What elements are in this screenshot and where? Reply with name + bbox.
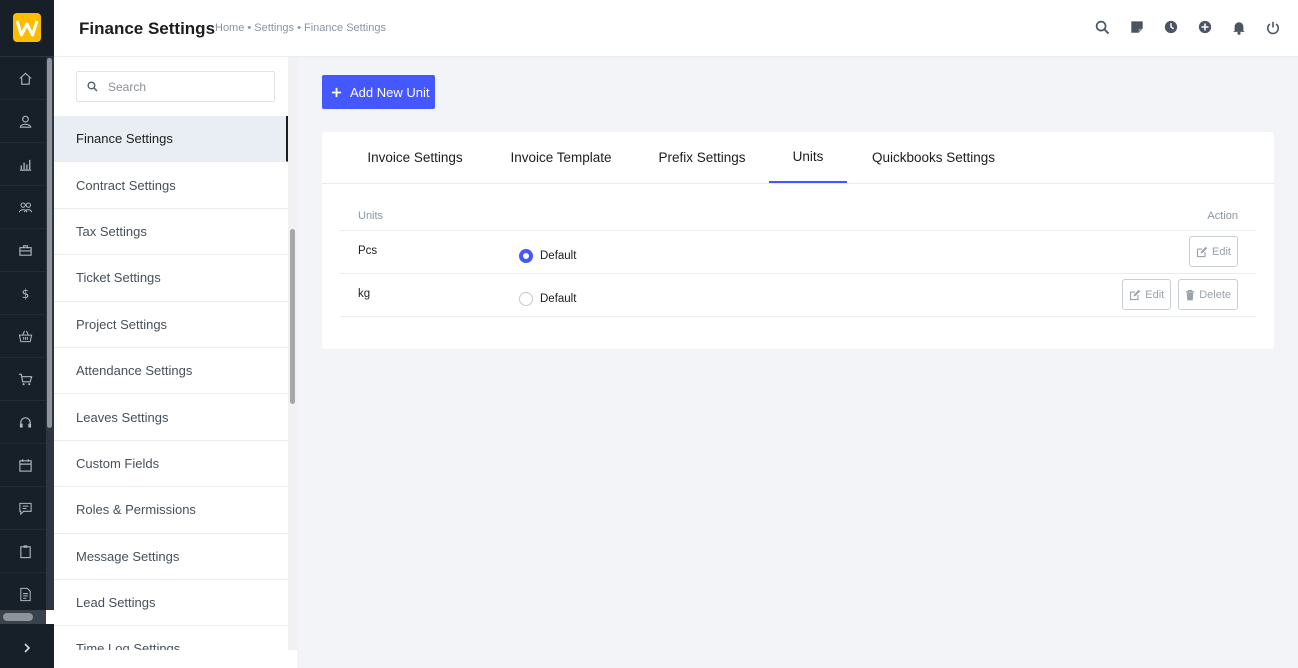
table-row: Pcs Default Edit xyxy=(340,231,1256,274)
settings-item-leaves[interactable]: Leaves Settings xyxy=(54,394,288,441)
table-header: Units Action xyxy=(340,202,1256,231)
default-radio-option[interactable]: Default xyxy=(519,292,576,306)
search-icon xyxy=(87,81,98,92)
edit-icon xyxy=(1196,246,1208,257)
home-icon[interactable] xyxy=(0,57,50,100)
headset-icon[interactable] xyxy=(0,401,50,444)
users-icon[interactable] xyxy=(0,186,50,229)
breadcrumb: Home • Settings • Finance Settings xyxy=(215,22,386,34)
basket-icon[interactable] xyxy=(0,315,50,358)
default-radio-checked[interactable] xyxy=(519,249,533,263)
settings-item-contract[interactable]: Contract Settings xyxy=(54,162,288,209)
bell-icon[interactable] xyxy=(1231,18,1246,36)
sidebar-footer xyxy=(54,650,297,668)
clock-icon[interactable] xyxy=(1163,18,1178,36)
default-radio-unchecked[interactable] xyxy=(519,292,533,306)
settings-search-input[interactable] xyxy=(108,79,258,94)
logo-w-icon xyxy=(16,20,38,36)
settings-item-message[interactable]: Message Settings xyxy=(54,534,288,580)
settings-sidebar: Finance Settings Contract Settings Tax S… xyxy=(54,57,297,650)
add-new-unit-button[interactable]: Add New Unit xyxy=(322,75,435,109)
chart-icon[interactable] xyxy=(0,143,50,186)
settings-item-lead[interactable]: Lead Settings xyxy=(54,580,288,627)
column-header-action: Action xyxy=(1207,210,1238,222)
settings-scrollbar-thumb[interactable] xyxy=(290,229,295,404)
plus-circle-icon[interactable] xyxy=(1197,18,1212,36)
svg-text:$: $ xyxy=(21,287,29,301)
edit-icon xyxy=(1130,289,1141,300)
default-radio-label: Default xyxy=(540,293,577,305)
briefcase-icon[interactable] xyxy=(0,229,50,272)
delete-label: Delete xyxy=(1199,288,1231,301)
settings-item-custom-fields[interactable]: Custom Fields xyxy=(54,441,288,488)
settings-search-box xyxy=(76,71,275,102)
sticky-note-icon[interactable] xyxy=(1129,18,1144,36)
header-actions xyxy=(1095,18,1280,36)
unit-name: Pcs xyxy=(358,245,378,257)
table-row: kg Default Edit Delete xyxy=(340,274,1256,317)
tab-invoice-template[interactable]: Invoice Template xyxy=(494,132,628,183)
search-icon[interactable] xyxy=(1095,18,1110,36)
delete-button[interactable]: Delete xyxy=(1178,279,1238,310)
page-title: Finance Settings xyxy=(79,19,216,38)
user-icon[interactable] xyxy=(0,100,50,143)
rail-scrollbar-thumb[interactable] xyxy=(47,58,52,428)
settings-item-ticket[interactable]: Ticket Settings xyxy=(54,255,288,302)
settings-item-finance[interactable]: Finance Settings xyxy=(54,116,288,163)
cart-icon[interactable] xyxy=(0,358,50,401)
settings-item-roles-permissions[interactable]: Roles & Permissions xyxy=(54,487,288,534)
clipboard-icon[interactable] xyxy=(0,530,50,573)
default-radio-option[interactable]: Default xyxy=(519,249,576,263)
edit-button[interactable]: Edit xyxy=(1189,236,1238,267)
chevron-right-icon xyxy=(24,643,31,653)
dollar-icon[interactable]: $ xyxy=(0,272,50,315)
edit-label: Edit xyxy=(1212,245,1231,258)
tab-invoice-settings[interactable]: Invoice Settings xyxy=(345,132,485,183)
settings-menu: Finance Settings Contract Settings Tax S… xyxy=(54,116,288,650)
settings-item-time-log[interactable]: Time Log Settings xyxy=(54,626,288,650)
edit-button[interactable]: Edit xyxy=(1122,279,1172,310)
trash-icon xyxy=(1186,289,1195,300)
rail-horizontal-scrollbar[interactable] xyxy=(0,610,54,624)
settings-item-tax[interactable]: Tax Settings xyxy=(54,209,288,256)
default-radio-label: Default xyxy=(540,250,577,262)
power-icon[interactable] xyxy=(1265,18,1280,36)
unit-name: kg xyxy=(358,288,371,300)
row-actions: Edit Delete xyxy=(1122,279,1238,310)
settings-item-project[interactable]: Project Settings xyxy=(54,302,288,348)
add-new-unit-label: Add New Unit xyxy=(350,84,430,100)
finance-tabs: Invoice Settings Invoice Template Prefix… xyxy=(322,132,1274,184)
column-header-units: Units xyxy=(358,210,384,222)
plus-icon xyxy=(331,87,342,97)
icon-rail: $ xyxy=(0,0,54,668)
scroll-corner xyxy=(46,610,54,624)
chat-icon[interactable] xyxy=(0,487,50,530)
tab-quickbooks-settings[interactable]: Quickbooks Settings xyxy=(856,132,1011,183)
units-table: Units Action Pcs Default Edit kg Default xyxy=(340,202,1256,317)
settings-item-attendance[interactable]: Attendance Settings xyxy=(54,348,288,395)
row-actions: Edit xyxy=(1189,236,1238,267)
units-card: Invoice Settings Invoice Template Prefix… xyxy=(322,132,1274,349)
tab-prefix-settings[interactable]: Prefix Settings xyxy=(640,132,764,183)
app-logo[interactable] xyxy=(13,13,41,42)
rail-hscroll-thumb[interactable] xyxy=(3,613,33,621)
edit-label: Edit xyxy=(1145,288,1165,301)
page-header: Finance Settings Home • Settings • Finan… xyxy=(54,0,1298,57)
expand-sidebar-button[interactable] xyxy=(0,628,54,668)
calendar-icon[interactable] xyxy=(0,444,50,487)
tab-units[interactable]: Units xyxy=(769,132,847,183)
